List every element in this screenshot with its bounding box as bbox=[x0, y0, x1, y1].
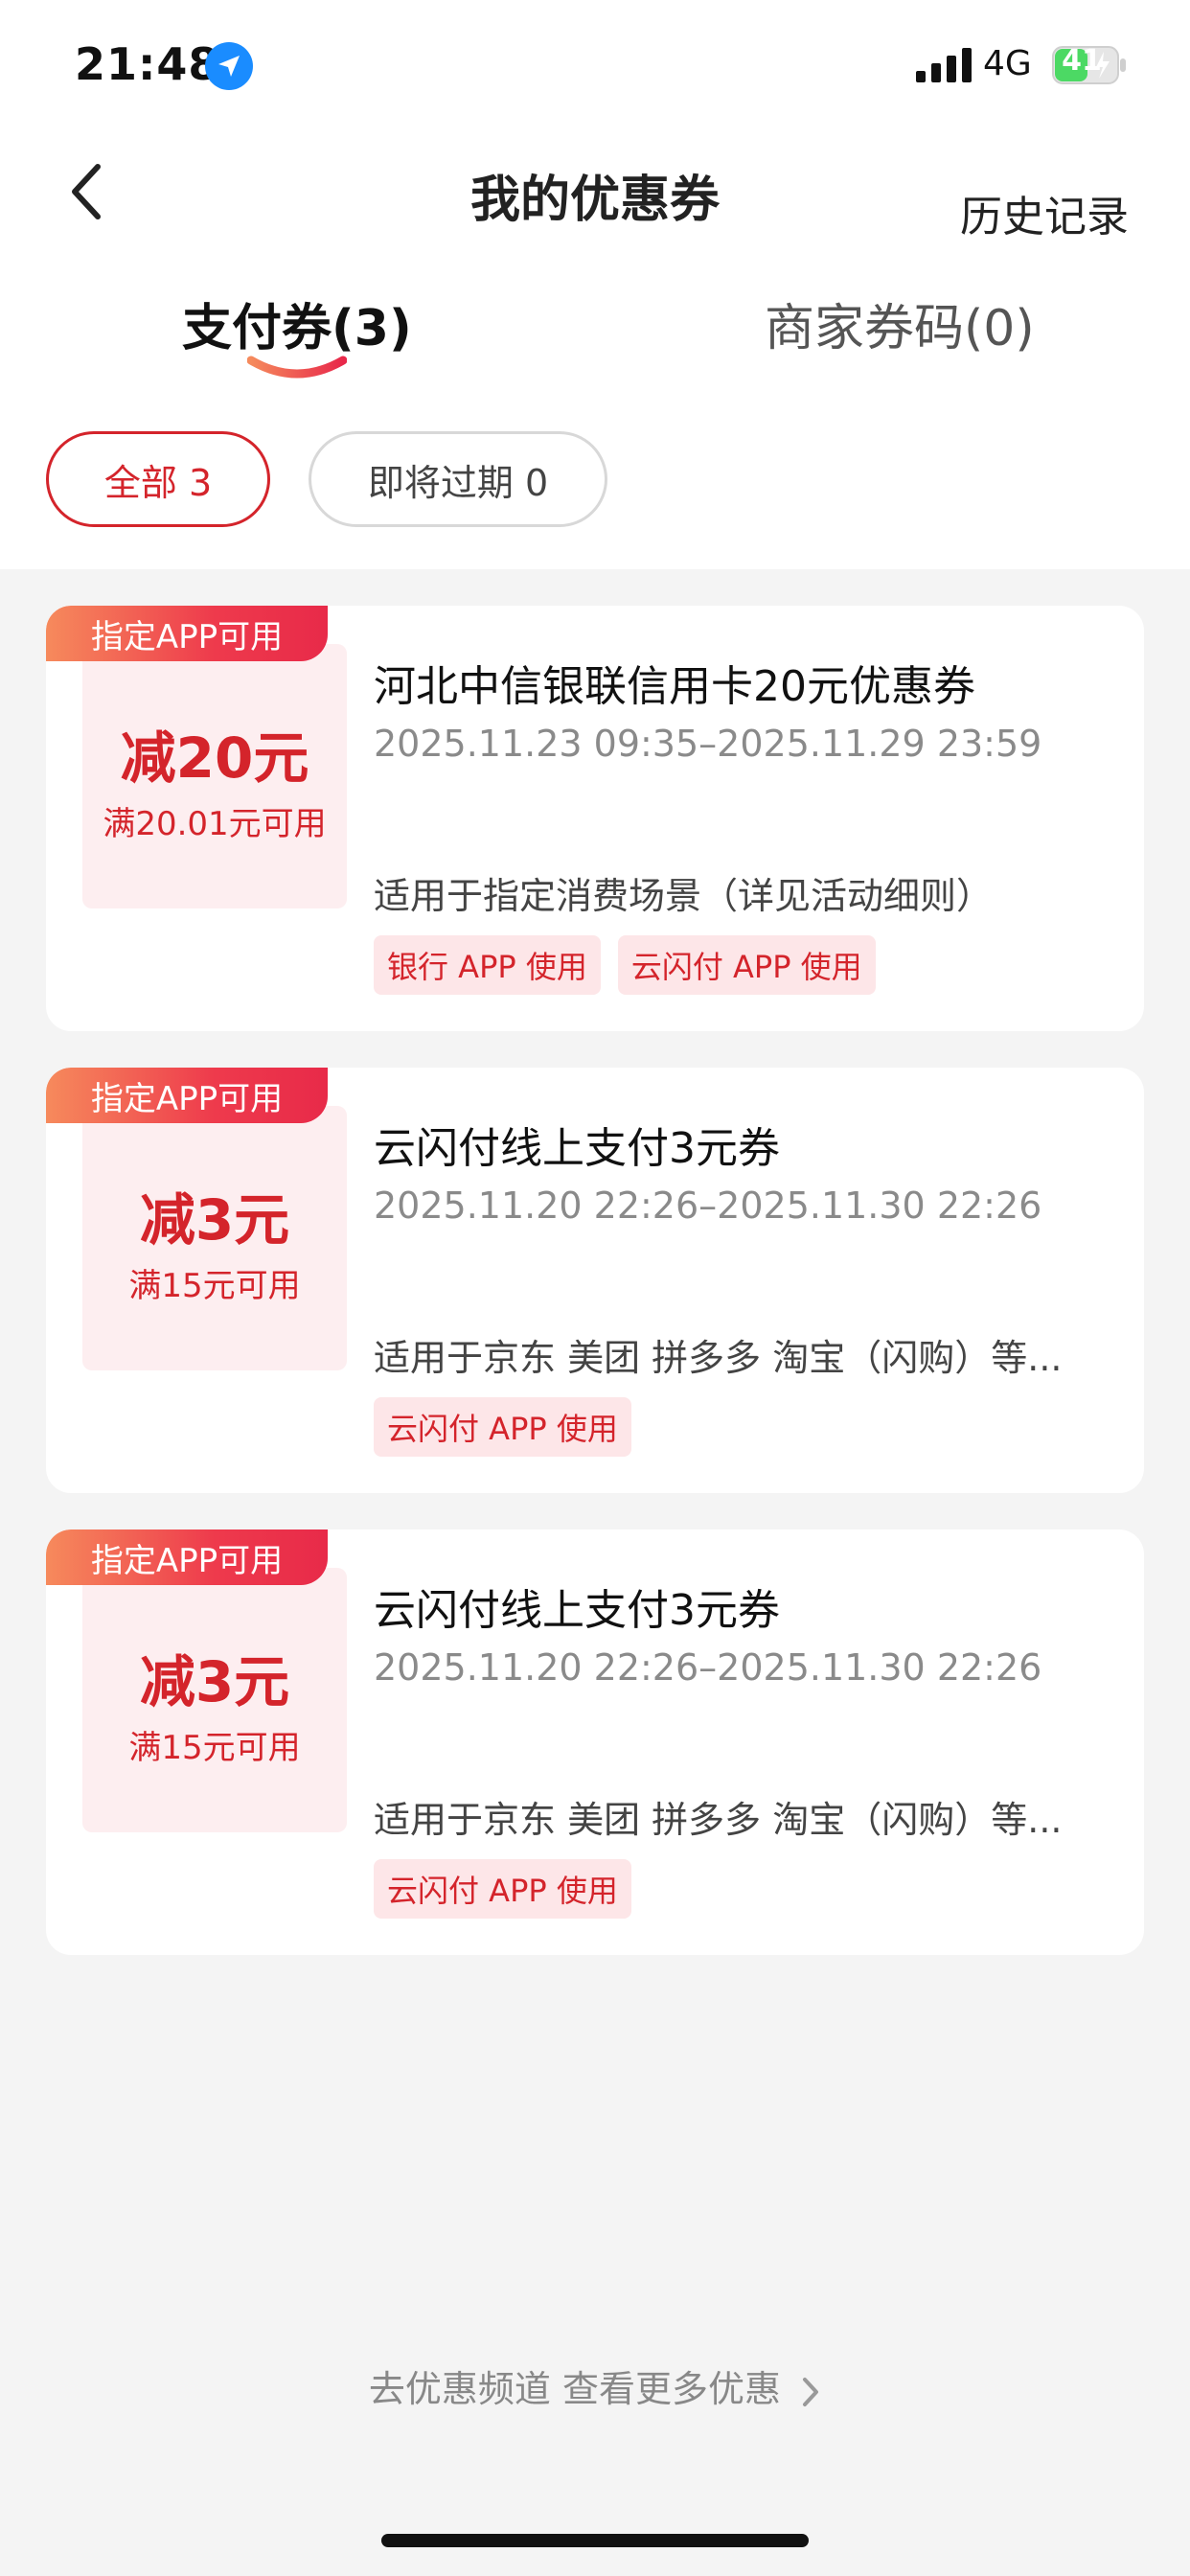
coupon-title: 云闪付线上支付3元券 bbox=[374, 1124, 780, 1173]
network-type: 4G bbox=[983, 44, 1032, 83]
coupon-description: 适用于京东 美团 拼多多 淘宝（闪购）等... bbox=[374, 1337, 1063, 1379]
home-indicator bbox=[381, 2534, 809, 2547]
coupon-tags: 云闪付 APP 使用 bbox=[374, 1397, 631, 1457]
coupon-tag: 云闪付 APP 使用 bbox=[374, 1397, 631, 1457]
coupon-card[interactable]: 指定APP可用 减3元 满15元可用 云闪付线上支付3元券 2025.11.20… bbox=[46, 1068, 1144, 1493]
coupon-tags: 云闪付 APP 使用 bbox=[374, 1859, 631, 1919]
chevron-right-icon bbox=[803, 2377, 819, 2406]
coupon-card[interactable]: 指定APP可用 减3元 满15元可用 云闪付线上支付3元券 2025.11.20… bbox=[46, 1530, 1144, 1955]
coupon-validity: 2025.11.20 22:26–2025.11.30 22:26 bbox=[374, 1184, 1042, 1227]
coupon-tags: 银行 APP 使用 云闪付 APP 使用 bbox=[374, 935, 876, 995]
history-link[interactable]: 历史记录 bbox=[960, 182, 1129, 243]
coupon-amount: 减3元 bbox=[139, 1187, 290, 1253]
cellular-signal-icon bbox=[916, 48, 972, 82]
tab-payment-coupons[interactable]: 支付券(3) bbox=[182, 288, 412, 359]
more-offers-link[interactable]: 去优惠频道 查看更多优惠 bbox=[0, 2359, 1190, 2412]
coupon-validity: 2025.11.23 09:35–2025.11.29 23:59 bbox=[374, 723, 1042, 765]
app-only-ribbon: 指定APP可用 bbox=[46, 1530, 328, 1585]
coupon-title: 云闪付线上支付3元券 bbox=[374, 1586, 780, 1635]
status-time: 21:48 bbox=[75, 38, 220, 90]
coupon-tag: 银行 APP 使用 bbox=[374, 935, 601, 995]
coupon-validity: 2025.11.20 22:26–2025.11.30 22:26 bbox=[374, 1646, 1042, 1689]
coupon-title: 河北中信银联信用卡20元优惠券 bbox=[374, 662, 975, 711]
app-only-ribbon: 指定APP可用 bbox=[46, 1068, 328, 1123]
filter-expiring-chip[interactable]: 即将过期 0 bbox=[309, 431, 607, 527]
active-tab-indicator bbox=[247, 356, 347, 379]
coupon-threshold: 满20.01元可用 bbox=[103, 805, 327, 843]
more-offers-label: 去优惠频道 查看更多优惠 bbox=[368, 2368, 781, 2410]
coupon-amount: 减3元 bbox=[139, 1649, 290, 1714]
coupon-card[interactable]: 指定APP可用 减20元 满20.01元可用 河北中信银联信用卡20元优惠券 2… bbox=[46, 606, 1144, 1031]
coupon-amount: 减20元 bbox=[120, 725, 309, 791]
coupon-tag: 云闪付 APP 使用 bbox=[617, 935, 876, 995]
coupon-threshold: 满15元可用 bbox=[128, 1267, 301, 1305]
filter-all-chip[interactable]: 全部 3 bbox=[46, 431, 270, 527]
location-arrow-icon bbox=[205, 42, 253, 90]
coupon-threshold: 满15元可用 bbox=[128, 1729, 301, 1767]
coupon-tag: 云闪付 APP 使用 bbox=[374, 1859, 631, 1919]
app-only-ribbon: 指定APP可用 bbox=[46, 606, 328, 661]
battery-level: 41 bbox=[1062, 44, 1102, 78]
coupon-description: 适用于指定消费场景（详见活动细则） bbox=[374, 875, 994, 917]
tab-merchant-codes[interactable]: 商家券码(0) bbox=[765, 288, 1035, 359]
coupon-description: 适用于京东 美团 拼多多 淘宝（闪购）等... bbox=[374, 1799, 1063, 1841]
